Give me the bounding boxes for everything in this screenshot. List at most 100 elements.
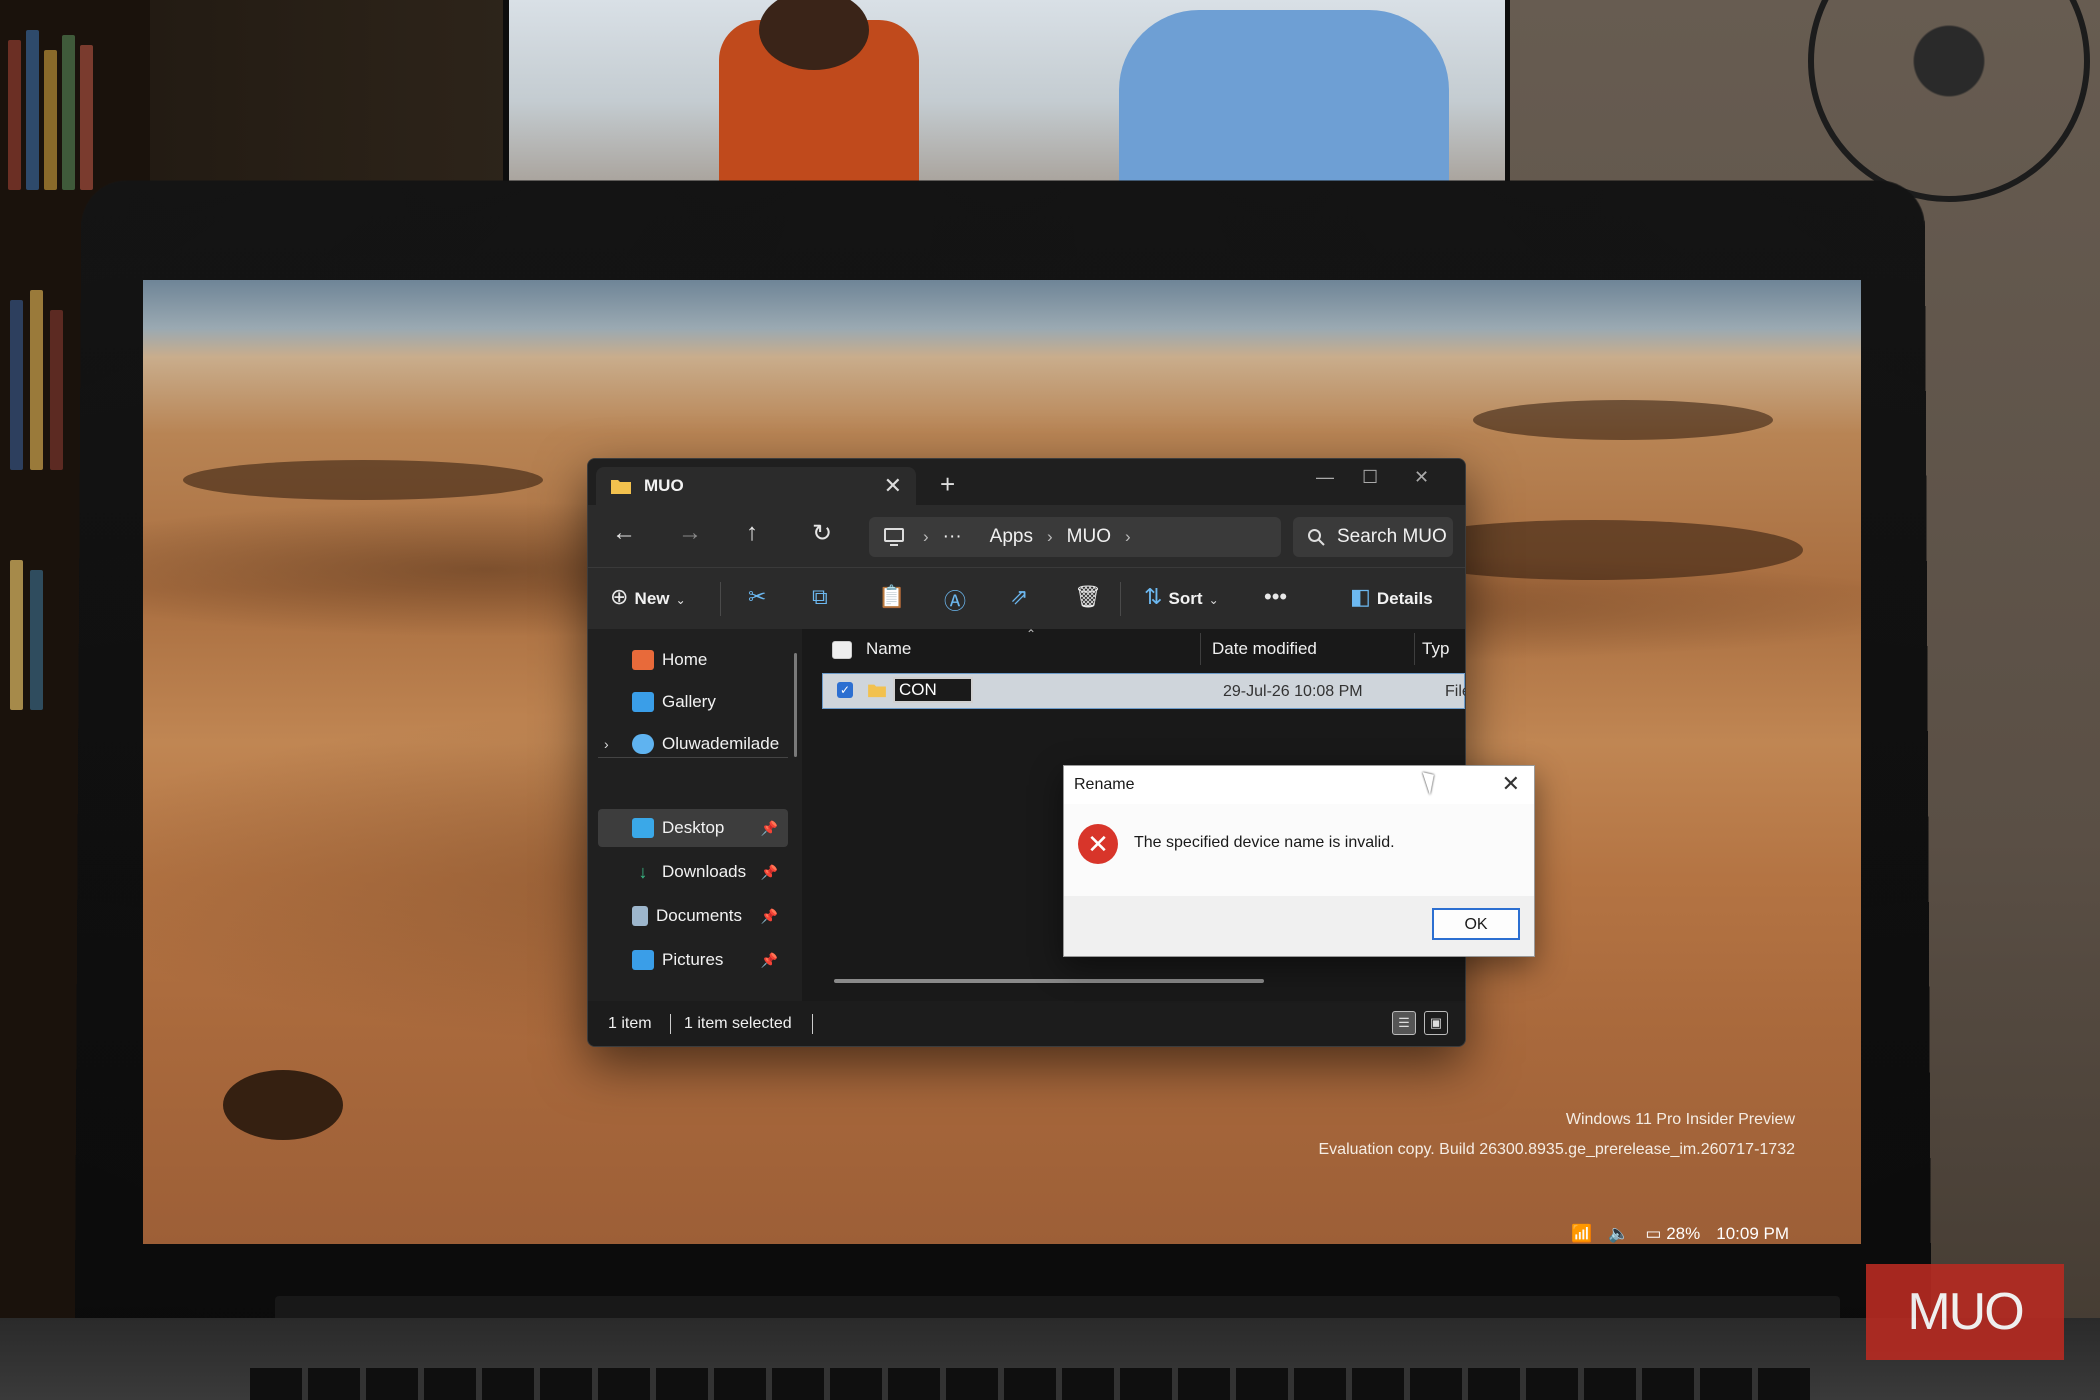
tiles-view-icon[interactable]: ▣ [1424,1011,1448,1035]
dialog-footer: OK [1064,896,1534,956]
battery-indicator[interactable]: ▭ 28% [1645,1224,1700,1244]
address-bar[interactable]: › ··· Apps › MUO › [869,517,1281,557]
dialog-message: The specified device name is invalid. [1134,834,1395,851]
chevron-right-icon: › [923,527,929,546]
sort-button[interactable]: ⇅ Sort ⌄ [1144,584,1219,610]
clock[interactable]: 10:09 PM [1716,1224,1789,1244]
maximize-icon[interactable]: ☐ [1362,467,1378,488]
chevron-right-icon: › [604,736,609,752]
breadcrumb-muo[interactable]: MUO [1067,526,1111,548]
chevron-right-icon: › [1046,527,1053,546]
home-icon [632,650,654,670]
ok-button[interactable]: OK [1432,908,1520,940]
background-tv [503,0,1511,190]
watermark-edition: Windows 11 Pro Insider Preview [1565,1111,1795,1128]
minimize-icon[interactable]: — [1316,467,1334,488]
chevron-right-icon: › [1124,527,1131,546]
address-row: ← → ↑ ↻ › ··· Apps › MUO › Search MUO [588,505,1465,567]
sort-ascending-icon: ⌃ [1026,627,1037,641]
battery-icon: ▭ [1645,1224,1662,1243]
search-placeholder: Search MUO [1337,526,1447,547]
column-header-row: Name ⌃ Date modified Typ [802,627,1465,667]
pin-icon: 📌 [760,863,778,880]
cut-icon[interactable]: ✂ [748,584,766,610]
desktop-screen: MUO ✕ + — ☐ ✕ ← → ↑ ↻ › ··· Apps › MUO › [143,280,1861,1244]
chevron-down-icon: ⌄ [675,593,686,607]
desktop-icon [632,818,654,838]
sidebar-divider [598,757,788,758]
sidebar-item-pictures[interactable]: Pictures 📌 [598,941,788,979]
pin-icon: 📌 [760,907,778,924]
toolbar-divider [720,582,721,616]
toolbar-divider [1120,582,1121,616]
dialog-title: Rename [1074,776,1135,793]
column-date-modified[interactable]: Date modified [1212,639,1317,659]
title-bar: MUO ✕ + — ☐ ✕ [588,459,1465,505]
close-window-icon[interactable]: ✕ [1414,467,1429,488]
volume-icon[interactable]: 🔈 [1608,1224,1629,1244]
pictures-icon [632,950,654,970]
this-pc-icon [884,528,904,546]
dialog-body: ✕ The specified device name is invalid. [1064,804,1534,896]
more-options-icon[interactable]: ••• [1264,584,1287,610]
sidebar-scrollbar[interactable] [794,653,797,757]
column-type[interactable]: Typ [1422,639,1449,659]
delete-icon[interactable]: 🗑 [1074,584,1102,610]
up-icon[interactable]: ↑ [746,519,758,547]
gallery-icon [632,692,654,712]
navigation-pane: Home Gallery › Oluwademilade Desktop 📌 ↓… [588,629,802,1001]
folder-icon [868,684,886,698]
share-icon[interactable]: ⇗ [1010,584,1028,610]
column-name[interactable]: Name [866,639,911,659]
breadcrumb-apps[interactable]: Apps [990,526,1033,548]
paste-icon[interactable]: 📋 [878,584,905,610]
back-icon[interactable]: ← [612,519,636,547]
item-count: 1 item [608,1015,652,1032]
status-bar: 1 item 1 item selected ☰ ▣ [588,1001,1465,1046]
muo-logo: MUO [1866,1264,2064,1360]
tab-muo[interactable]: MUO ✕ [596,467,916,505]
evaluation-watermark: Windows 11 Pro Insider Preview Evaluatio… [1319,1105,1796,1165]
sidebar-item-documents[interactable]: Documents 📌 [598,897,788,935]
status-divider [670,1014,671,1034]
file-explorer-window: MUO ✕ + — ☐ ✕ ← → ↑ ↻ › ··· Apps › MUO › [587,458,1466,1047]
select-all-checkbox[interactable] [832,641,852,659]
forward-icon[interactable]: → [678,519,702,547]
horizontal-scrollbar[interactable] [834,979,1264,983]
selection-count: 1 item selected [684,1015,792,1032]
refresh-icon[interactable]: ↻ [812,519,832,548]
pin-icon: 📌 [760,819,778,836]
search-input[interactable]: Search MUO [1293,517,1453,557]
new-button[interactable]: ⊕ New ⌄ [610,584,686,610]
rename-error-dialog: Rename ✕ ✕ The specified device name is … [1063,765,1535,957]
rename-input[interactable]: CON [893,677,973,703]
row-type: File [1445,683,1465,700]
column-divider[interactable] [1414,633,1415,665]
column-divider[interactable] [1200,633,1201,665]
wifi-icon[interactable]: 📶 [1571,1224,1592,1244]
tab-title: MUO [644,476,684,495]
command-bar: ⊕ New ⌄ ✂ ⧉ 📋 Ⓐ ⇗ 🗑 ⇅ Sort ⌄ ••• ◧ Detai… [588,567,1465,631]
document-icon [632,906,648,926]
close-tab-icon[interactable]: ✕ [884,473,902,499]
copy-icon[interactable]: ⧉ [812,584,828,610]
rename-icon[interactable]: Ⓐ [944,584,966,616]
sidebar-item-home[interactable]: Home [598,641,788,679]
folder-icon [611,480,631,494]
new-tab-button[interactable]: + [940,469,955,500]
error-icon: ✕ [1078,824,1118,864]
status-divider [812,1014,813,1034]
system-tray: 📶 🔈 ▭ 28% 10:09 PM [1571,1224,1789,1244]
details-view-icon[interactable]: ☰ [1392,1011,1416,1035]
dialog-close-icon[interactable]: ✕ [1502,771,1520,797]
details-button[interactable]: ◧ Details [1350,584,1433,610]
sidebar-item-gallery[interactable]: Gallery [598,683,788,721]
watermark-build: Evaluation copy. Build 26300.8935.ge_pre… [1318,1141,1796,1158]
download-icon: ↓ [638,862,648,882]
breadcrumb-ellipsis[interactable]: ··· [943,526,962,548]
table-row[interactable]: ✓ CON 29-Jul-26 10:08 PM File [822,673,1465,709]
pin-icon: 📌 [760,951,778,968]
sidebar-item-downloads[interactable]: ↓ Downloads 📌 [598,853,788,891]
sidebar-item-desktop[interactable]: Desktop 📌 [598,809,788,847]
row-checkbox[interactable]: ✓ [837,682,853,698]
